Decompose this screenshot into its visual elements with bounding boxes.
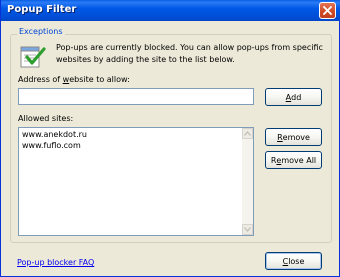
exceptions-legend: Exceptions bbox=[17, 27, 65, 36]
scroll-up-button[interactable] bbox=[242, 128, 253, 139]
remove-button[interactable]: Remove bbox=[265, 128, 322, 146]
chevron-down-icon bbox=[244, 227, 251, 232]
vertical-scrollbar[interactable] bbox=[242, 128, 253, 235]
info-text-line-2: websites by adding the site to the list … bbox=[56, 55, 235, 64]
checklist-icon bbox=[20, 46, 46, 68]
address-label: Address of website to allow: bbox=[18, 75, 130, 84]
info-text-line-1: Pop-ups are currently blocked. You can a… bbox=[56, 43, 323, 52]
list-item[interactable]: www.fuflo.com bbox=[22, 141, 81, 150]
remove-all-button[interactable]: Re move All bbox=[265, 151, 322, 169]
add-button[interactable]: Add bbox=[265, 88, 322, 106]
scroll-down-button[interactable] bbox=[242, 224, 253, 235]
popup-filter-dialog: Popup Filter Exceptions Pop-ups are curr… bbox=[0, 0, 340, 277]
title-bar[interactable]: Popup Filter bbox=[1, 0, 340, 21]
popup-blocker-faq-link[interactable]: Pop-up blocker FAQ bbox=[17, 258, 94, 267]
window-title: Popup Filter bbox=[7, 4, 77, 15]
allowed-sites-list[interactable]: www.anekdot.ru www.fuflo.com bbox=[18, 127, 254, 236]
window-close-button[interactable] bbox=[319, 2, 336, 19]
close-button[interactable]: Close bbox=[265, 252, 322, 270]
address-input[interactable] bbox=[18, 88, 254, 105]
chevron-up-icon bbox=[244, 131, 251, 136]
close-icon bbox=[323, 6, 332, 15]
allowed-sites-label: Allowed sites: bbox=[18, 114, 74, 123]
list-item[interactable]: www.anekdot.ru bbox=[22, 130, 87, 139]
